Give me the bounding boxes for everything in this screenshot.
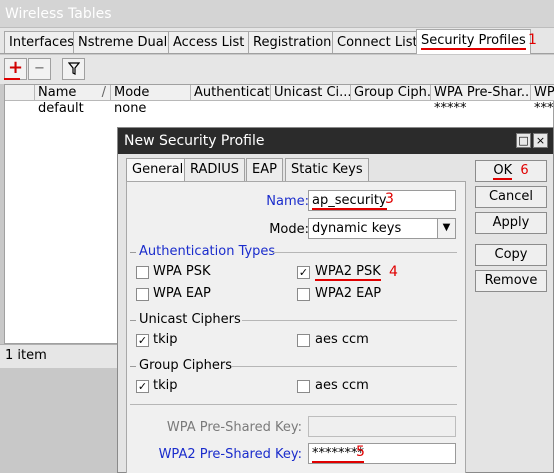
toolbar: + 2 − (0, 55, 554, 84)
column-header-group[interactable]: Group Ciph... (351, 85, 431, 101)
new-security-profile-dialog: New Security Profile □ × General RADIUS … (117, 127, 554, 473)
tab-access-list[interactable]: Access List (168, 31, 250, 53)
tab-nstreme-dual[interactable]: Nstreme Dual (73, 31, 173, 53)
column-header-name[interactable]: Name / (35, 85, 111, 101)
wpa-psk-key-field[interactable] (308, 416, 456, 437)
dropdown-arrow-icon[interactable]: ▼ (437, 219, 455, 238)
group-ciphers-heading: Group Ciphers (139, 358, 233, 373)
section-dash (130, 320, 136, 321)
wpa2-eap-label: WPA2 EAP (315, 286, 382, 301)
row-mode[interactable]: none (111, 101, 191, 116)
section-line (232, 366, 457, 367)
tab-registration[interactable]: Registration (248, 31, 337, 53)
annotation-4: 4 (389, 264, 398, 280)
section-line (130, 404, 457, 405)
wpa2-psk-key-field[interactable]: ******** (308, 443, 456, 464)
row-name[interactable]: default (35, 101, 111, 116)
window-title: Wireless Tables (0, 0, 554, 28)
general-tab-panel: Name: ap_security 3 Mode: dynamic keys ▼… (126, 181, 466, 473)
dialog-tab-static-keys[interactable]: Static Keys (285, 158, 369, 181)
column-header-blank (5, 85, 35, 101)
row-wpa-psk[interactable]: ***** (431, 101, 531, 116)
ok-button[interactable]: OK 6 (475, 160, 547, 182)
unicast-tkip-checkbox[interactable]: ✓ (136, 334, 149, 347)
tab-security-profiles-label: Security Profiles (421, 33, 526, 50)
tab-interfaces[interactable]: Interfaces (4, 31, 79, 53)
wpa2-eap-checkbox[interactable] (297, 288, 310, 301)
maximize-icon[interactable]: □ (516, 133, 531, 148)
wpa2-psk-key-label: WPA2 Pre-Shared Key: (158, 447, 302, 462)
column-header-auth[interactable]: Authenticat... (191, 85, 271, 101)
unicast-tkip-label: tkip (153, 332, 178, 347)
close-icon[interactable]: × (533, 133, 548, 148)
row-wpa2-psk[interactable]: **** (531, 101, 554, 116)
wpa-eap-label: WPA EAP (153, 286, 211, 301)
unicast-aes-label: aes ccm (315, 332, 369, 347)
dialog-tab-radius[interactable]: RADIUS (184, 158, 246, 181)
unicast-ciphers-heading: Unicast Ciphers (139, 312, 241, 327)
mode-select[interactable]: dynamic keys ▼ (308, 218, 456, 239)
wpa-psk-label: WPA PSK (153, 264, 211, 279)
group-aes-checkbox[interactable] (297, 380, 310, 393)
remove-button[interactable]: Remove (475, 270, 547, 292)
copy-button[interactable]: Copy (475, 244, 547, 266)
annotation-3: 3 (385, 191, 394, 207)
filter-icon[interactable] (62, 58, 85, 80)
dialog-tab-eap[interactable]: EAP (246, 158, 283, 181)
plus-icon[interactable]: + (4, 58, 27, 80)
apply-button[interactable]: Apply (475, 212, 547, 234)
column-header-wpa-psk[interactable]: WPA Pre-Shar... (431, 85, 531, 101)
group-tkip-checkbox[interactable]: ✓ (136, 380, 149, 393)
status-bar: 1 item (0, 344, 120, 368)
cancel-button[interactable]: Cancel (475, 186, 547, 208)
mode-label: Mode: (269, 222, 309, 237)
empty-area (0, 368, 120, 473)
column-header-wpa2-psk[interactable]: WP (531, 85, 554, 101)
group-tkip-label: tkip (153, 378, 178, 393)
tab-security-profiles[interactable]: Security Profiles (416, 29, 531, 54)
tab-bar: Interfaces Nstreme Dual Access List Regi… (0, 28, 554, 54)
group-aes-label: aes ccm (315, 378, 369, 393)
wpa-psk-key-label: WPA Pre-Shared Key: (166, 420, 302, 435)
minus-icon[interactable]: − (28, 58, 51, 80)
wpa-psk-checkbox[interactable] (136, 266, 149, 279)
annotation-5: 5 (356, 444, 365, 460)
section-dash (130, 252, 136, 253)
column-header-unicast[interactable]: Unicast Ci... (271, 85, 351, 101)
tab-connect-list[interactable]: Connect List (332, 31, 423, 53)
name-label: Name: (266, 194, 309, 209)
dialog-title: New Security Profile □ × (118, 128, 553, 154)
dialog-tab-general[interactable]: General (126, 158, 190, 182)
annotation-6: 6 (520, 163, 529, 178)
auth-types-heading: Authentication Types (139, 244, 276, 259)
wpa-eap-checkbox[interactable] (136, 288, 149, 301)
section-line (242, 320, 457, 321)
annotation-1: 1 (528, 32, 537, 48)
unicast-aes-checkbox[interactable] (297, 334, 310, 347)
section-dash (130, 366, 136, 367)
section-line (272, 252, 457, 253)
column-header-mode[interactable]: Mode (111, 85, 191, 101)
wpa2-psk-checkbox[interactable]: ✓ (297, 266, 310, 279)
annotation-underline-add (4, 78, 20, 80)
name-field[interactable]: ap_security (308, 190, 456, 211)
wpa2-psk-label: WPA2 PSK (315, 264, 381, 281)
